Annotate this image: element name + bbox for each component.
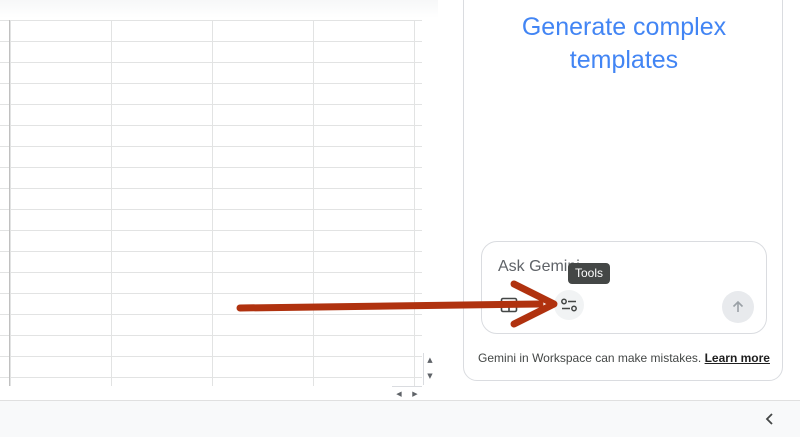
toolbar-fade [0,0,438,18]
row-header-border [9,20,10,386]
disclaimer-text: Gemini in Workspace can make mistakes. [478,351,702,365]
title-line-2: templates [569,46,679,74]
vertical-scrollbar[interactable]: ▲ ▼ [423,353,436,385]
disclaimer: Gemini in Workspace can make mistakes. L… [464,351,784,365]
cell-grid[interactable] [0,20,422,386]
bottom-bar [0,400,800,437]
tools-tooltip: Tools [568,263,611,284]
learn-more-link[interactable]: Learn more [705,351,770,365]
gemini-side-panel: Generate complex templates Tools [463,0,783,381]
arrow-up-icon[interactable] [722,291,754,323]
chevron-left-icon[interactable] [760,409,780,429]
scroll-down-icon[interactable]: ▼ [424,369,436,383]
prompt-composer[interactable]: Tools [481,241,767,334]
horizontal-scrollbar[interactable]: ◀ ▶ [392,386,422,400]
table-icon[interactable] [494,290,524,320]
scroll-right-icon[interactable]: ▶ [408,387,422,400]
scroll-up-icon[interactable]: ▲ [424,353,436,367]
tools-sliders-icon[interactable] [554,290,584,320]
spreadsheet-grid-area[interactable]: ▲ ▼ ◀ ▶ [0,0,438,400]
title-line-1: Generate complex [521,13,727,41]
scroll-left-icon[interactable]: ◀ [392,387,406,400]
panel-title: Generate complex templates [464,11,784,77]
